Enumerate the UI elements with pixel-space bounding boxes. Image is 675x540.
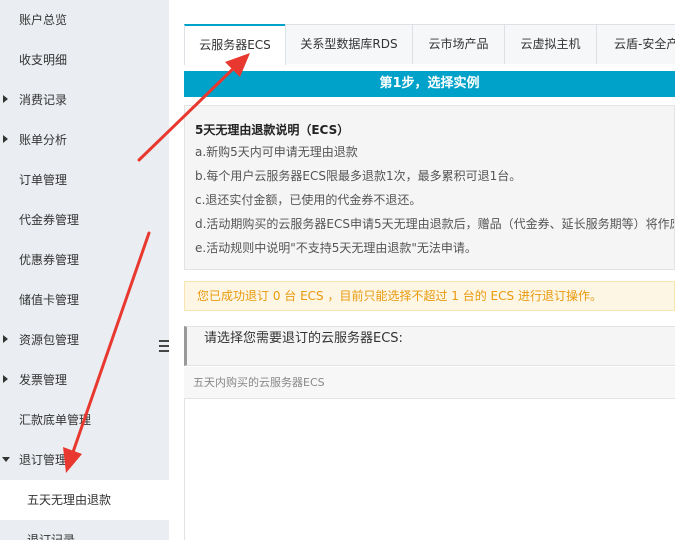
sidebar-item-label: 储值卡管理 [19, 293, 80, 307]
sidebar-item-unsubscribe-management[interactable]: 退订管理 [0, 440, 169, 480]
sidebar-item-label: 资源包管理 [19, 333, 80, 347]
sidebar-item-label: 汇款底单管理 [19, 413, 92, 427]
tab-virtual-host[interactable]: 云虚拟主机 [504, 24, 597, 64]
sidebar-item-label: 五天无理由退款 [27, 493, 112, 507]
menu-collapse-icon [159, 340, 169, 354]
caret-right-icon [3, 135, 8, 143]
sidebar-item-resource-package[interactable]: 资源包管理 [0, 320, 169, 360]
select-section-title: 请选择您需要退订的云服务器ECS: [184, 326, 675, 366]
sidebar-item-label: 退订记录 [27, 533, 76, 540]
sidebar-item-consumption-records[interactable]: 消费记录 [0, 80, 169, 120]
caret-right-icon [3, 375, 8, 383]
sidebar-item-stored-value-card[interactable]: 储值卡管理 [0, 280, 169, 320]
sidebar-collapse-button[interactable] [155, 327, 169, 369]
sidebar-item-label: 消费记录 [19, 93, 68, 107]
tab-rds[interactable]: 关系型数据库RDS [285, 24, 413, 64]
tab-marketplace[interactable]: 云市场产品 [412, 24, 505, 64]
caret-right-icon [3, 335, 8, 343]
notice-title: 5天无理由退款说明（ECS） [195, 123, 350, 137]
sidebar: 账户总览 收支明细 消费记录 账单分析 订单管理 代金券管理 优惠券管理 储值卡… [0, 0, 169, 540]
notice-line: b.每个用户云服务器ECS限最多退款1次，最多累积可退1台。 [195, 169, 522, 183]
step-title: 第1步，选择实例 [184, 71, 675, 97]
sidebar-item-label: 订单管理 [19, 173, 68, 187]
sidebar-item-label: 优惠券管理 [19, 253, 80, 267]
sidebar-item-label: 收支明细 [19, 53, 68, 67]
sidebar-item-label: 账户总览 [19, 13, 68, 27]
sidebar-item-invoice-management[interactable]: 发票管理 [0, 360, 169, 400]
sidebar-item-label: 退订管理 [19, 453, 68, 467]
app-root: 账户总览 收支明细 消费记录 账单分析 订单管理 代金券管理 优惠券管理 储值卡… [0, 0, 675, 540]
notice-line: c.退还实付金额，已使用的代金券不退还。 [195, 193, 422, 207]
sidebar-item-order-management[interactable]: 订单管理 [0, 160, 169, 200]
refund-notice: 5天无理由退款说明（ECS） a.新购5天内可申请无理由退款 b.每个用户云服务… [184, 105, 675, 270]
sidebar-item-label: 发票管理 [19, 373, 68, 387]
notice-line: e.活动规则中说明"不支持5天无理由退款"无法申请。 [195, 241, 477, 255]
warning-message: 您已成功退订 0 台 ECS ，目前只能选择不超过 1 台的 ECS 进行退订操… [184, 281, 675, 311]
sidebar-item-coupon-management[interactable]: 优惠券管理 [0, 240, 169, 280]
caret-right-icon [3, 95, 8, 103]
ecs-list-header: 五天内购买的云服务器ECS [184, 367, 675, 399]
caret-down-icon [2, 457, 10, 462]
main-content: 云服务器ECS 关系型数据库RDS 云市场产品 云虚拟主机 云盾-安全产 第1步… [184, 0, 675, 540]
sidebar-item-remittance-slip[interactable]: 汇款底单管理 [0, 400, 169, 440]
notice-line: a.新购5天内可申请无理由退款 [195, 145, 358, 159]
sidebar-item-label: 代金券管理 [19, 213, 80, 227]
sidebar-item-five-day-refund[interactable]: 五天无理由退款 [0, 480, 169, 520]
sidebar-item-unsubscribe-records[interactable]: 退订记录 [0, 520, 169, 540]
product-tabs: 云服务器ECS 关系型数据库RDS 云市场产品 云虚拟主机 云盾-安全产 [184, 24, 675, 65]
sidebar-item-voucher-management[interactable]: 代金券管理 [0, 200, 169, 240]
sidebar-item-bill-analysis[interactable]: 账单分析 [0, 120, 169, 160]
sidebar-item-account-overview[interactable]: 账户总览 [0, 0, 169, 40]
ecs-list [184, 399, 675, 540]
tab-cloud-shield[interactable]: 云盾-安全产 [596, 24, 675, 64]
notice-line: d.活动期购买的云服务器ECS申请5天无理由退款后，赠品（代金券、延长服务期等）… [195, 217, 675, 231]
sidebar-item-label: 账单分析 [19, 133, 68, 147]
tab-ecs[interactable]: 云服务器ECS [184, 24, 286, 65]
sidebar-item-income-expense[interactable]: 收支明细 [0, 40, 169, 80]
